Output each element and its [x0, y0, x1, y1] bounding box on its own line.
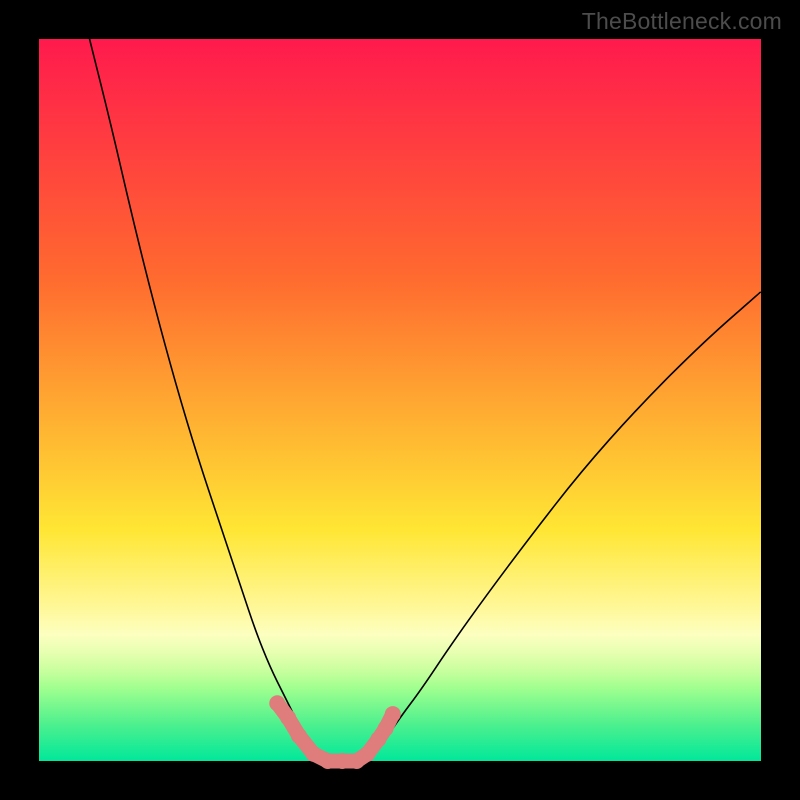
marker-dot — [320, 753, 336, 769]
marker-dot — [280, 710, 296, 726]
chart-frame: TheBottleneck.com — [0, 0, 800, 800]
marker-dot — [291, 728, 307, 744]
marker-dot — [305, 746, 321, 762]
watermark-text: TheBottleneck.com — [582, 8, 782, 35]
marker-dot — [378, 721, 394, 737]
marker-dot — [334, 753, 350, 769]
curve-right-branch — [364, 292, 761, 761]
marker-dot — [360, 746, 376, 762]
curve-left-branch — [90, 39, 321, 761]
chart-svg-layer — [39, 39, 761, 761]
marker-dot — [269, 695, 285, 711]
marker-dot — [385, 706, 401, 722]
